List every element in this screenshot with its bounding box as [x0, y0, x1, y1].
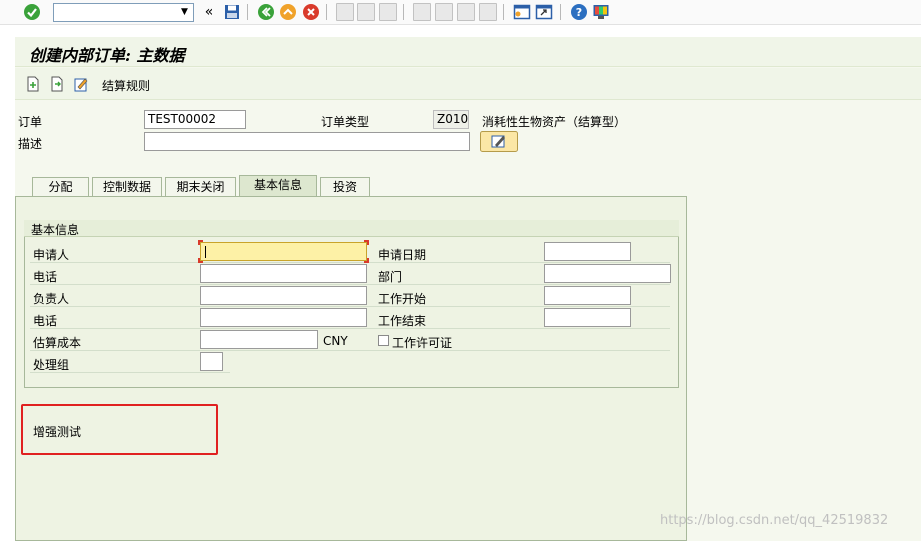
- cancel-icon[interactable]: [302, 3, 320, 21]
- phone-label-1: 电话: [33, 270, 58, 284]
- department-label: 部门: [378, 270, 403, 284]
- tab-investment[interactable]: 投资: [320, 177, 370, 197]
- chevron-down-icon[interactable]: ▼: [177, 5, 192, 20]
- processing-group-field[interactable]: [200, 352, 223, 371]
- applicant-label: 申请人: [33, 248, 70, 262]
- estimated-cost-field[interactable]: [200, 330, 318, 349]
- application-toolbar: [15, 68, 921, 100]
- application-date-label: 申请日期: [378, 248, 427, 262]
- phone-label-2: 电话: [33, 314, 58, 328]
- phone-field-1[interactable]: [200, 264, 367, 283]
- new-session-icon[interactable]: [513, 3, 531, 21]
- department-field[interactable]: [544, 264, 671, 283]
- order-type-field: Z010: [433, 110, 469, 129]
- command-field[interactable]: ▼: [53, 3, 194, 22]
- work-permit-label: 工作许可证: [392, 336, 453, 350]
- print-icon[interactable]: [336, 3, 354, 21]
- customize-layout-icon[interactable]: [592, 3, 610, 21]
- description-label: 描述: [18, 137, 43, 151]
- document-arrow-icon[interactable]: [49, 76, 65, 92]
- work-end-label: 工作结束: [378, 314, 427, 328]
- exit-icon[interactable]: [279, 3, 297, 21]
- header-data-icon[interactable]: [25, 76, 41, 92]
- work-start-field[interactable]: [544, 286, 631, 305]
- processing-group-label: 处理组: [33, 358, 70, 372]
- collapse-command-icon[interactable]: «: [200, 4, 218, 22]
- tab-basic-info[interactable]: 基本信息: [239, 175, 317, 197]
- previous-page-icon[interactable]: [435, 3, 453, 21]
- work-start-label: 工作开始: [378, 292, 427, 306]
- estimated-cost-label: 估算成本: [33, 336, 82, 350]
- order-type-description: 消耗性生物资产（结算型）: [482, 115, 627, 129]
- svg-text:?: ?: [576, 6, 582, 19]
- work-permit-checkbox[interactable]: [378, 335, 389, 346]
- first-page-icon[interactable]: [413, 3, 431, 21]
- long-text-edit-icon[interactable]: [480, 131, 518, 152]
- edit-document-icon[interactable]: [73, 76, 89, 92]
- group-title-bar: 基本信息: [24, 220, 679, 237]
- tab-control-data[interactable]: 控制数据: [92, 177, 162, 197]
- shortcut-icon[interactable]: [535, 3, 553, 21]
- description-field[interactable]: [144, 132, 470, 151]
- last-page-icon[interactable]: [479, 3, 497, 21]
- currency-label: CNY: [323, 334, 348, 348]
- order-label: 订单: [18, 115, 43, 129]
- save-icon[interactable]: [223, 3, 241, 21]
- find-next-icon[interactable]: [379, 3, 397, 21]
- help-icon[interactable]: ?: [570, 3, 588, 21]
- order-type-label: 订单类型: [321, 115, 370, 129]
- watermark: https://blog.csdn.net/qq_42519832: [660, 513, 889, 528]
- tab-period-end-closing[interactable]: 期末关闭: [165, 177, 236, 197]
- responsible-label: 负责人: [33, 292, 70, 306]
- responsible-field[interactable]: [200, 286, 367, 305]
- next-page-icon[interactable]: [457, 3, 475, 21]
- tab-assignment[interactable]: 分配: [32, 177, 89, 197]
- enter-icon[interactable]: [23, 3, 41, 21]
- applicant-field[interactable]: [200, 242, 367, 261]
- find-icon[interactable]: [357, 3, 375, 21]
- group-title: 基本信息: [31, 223, 80, 237]
- tab-strip: 分配 控制数据 期末关闭 基本信息 投资: [15, 175, 687, 197]
- settlement-rule-button[interactable]: 结算规则: [102, 77, 150, 94]
- title-bar: 创建内部订单: 主数据: [15, 37, 921, 67]
- highlight-box: [21, 404, 218, 455]
- application-date-field[interactable]: [544, 242, 631, 261]
- text-cursor: [205, 246, 206, 258]
- order-field[interactable]: TEST00002: [144, 110, 246, 129]
- back-icon[interactable]: [257, 3, 275, 21]
- page-title: 创建内部订单: 主数据: [29, 46, 185, 65]
- phone-field-2[interactable]: [200, 308, 367, 327]
- work-end-field[interactable]: [544, 308, 631, 327]
- system-toolbar: ▼ « ?: [0, 0, 921, 25]
